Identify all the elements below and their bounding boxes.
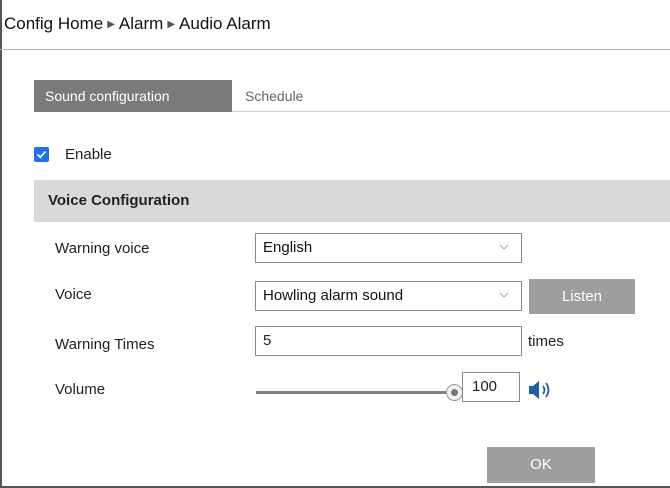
tab-bar: Sound configuration Schedule: [34, 80, 670, 112]
volume-slider-track[interactable]: [256, 391, 454, 394]
breadcrumb: Config Home ▶ Alarm ▶ Audio Alarm: [4, 14, 271, 34]
tab-sound-configuration[interactable]: Sound configuration: [34, 80, 232, 112]
breadcrumb-item-audio-alarm: Audio Alarm: [179, 14, 271, 33]
checkmark-icon: [36, 150, 47, 158]
breadcrumb-separator-icon: ▶: [167, 19, 176, 30]
volume-input[interactable]: 100: [462, 372, 520, 402]
warning-times-unit: times: [528, 333, 564, 350]
header-divider: [0, 49, 670, 50]
breadcrumb-item-alarm[interactable]: Alarm: [119, 14, 163, 33]
volume-label: Volume: [55, 381, 106, 398]
voice-select[interactable]: Howling alarm sound: [255, 281, 522, 311]
chevron-down-icon: [499, 292, 509, 298]
enable-label: Enable: [65, 145, 112, 163]
ok-button[interactable]: OK: [487, 447, 595, 483]
section-header: Voice Configuration: [34, 180, 670, 222]
enable-checkbox[interactable]: [34, 146, 49, 162]
chevron-down-icon: [499, 244, 509, 250]
warning-voice-value: English: [263, 239, 313, 256]
enable-row: Enable: [34, 144, 112, 164]
voice-value: Howling alarm sound: [263, 287, 404, 304]
speaker-icon[interactable]: [526, 378, 554, 402]
warning-times-input[interactable]: 5: [255, 326, 522, 356]
warning-times-label: Warning Times: [55, 336, 155, 353]
voice-label: Voice: [55, 286, 92, 303]
breadcrumb-separator-icon: ▶: [107, 19, 115, 30]
warning-voice-label: Warning voice: [55, 240, 150, 257]
breadcrumb-item-config-home[interactable]: Config Home: [4, 14, 103, 33]
volume-slider-thumb[interactable]: [446, 384, 463, 401]
tab-schedule[interactable]: Schedule: [234, 80, 314, 112]
warning-voice-select[interactable]: English: [255, 233, 522, 263]
listen-button[interactable]: Listen: [529, 279, 635, 314]
